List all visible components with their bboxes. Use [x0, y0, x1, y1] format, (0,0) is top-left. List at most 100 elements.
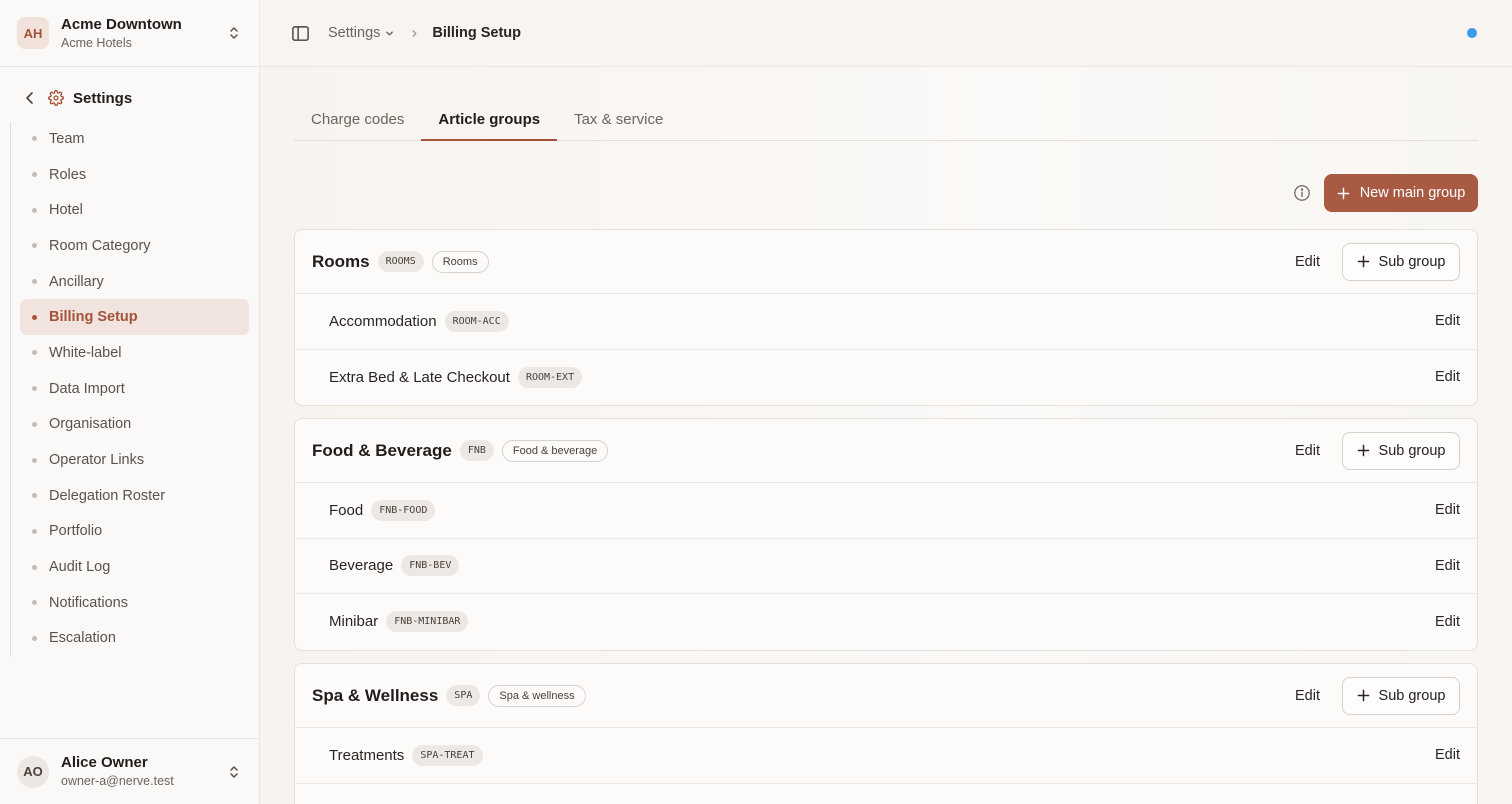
user-avatar: AO [17, 755, 49, 788]
sidebar-item-label: Notifications [49, 594, 128, 611]
sub-group-name: Minibar [329, 613, 379, 631]
sidebar-item-label: Ancillary [49, 273, 104, 290]
chevron-down-icon [386, 30, 394, 36]
edit-sub-group-button[interactable]: Edit [1435, 369, 1460, 385]
sidebar-item-hotel[interactable]: Hotel [20, 192, 249, 228]
sub-group-code-badge: SPA-TREAT [412, 744, 483, 766]
sidebar-item-label: Delegation Roster [49, 487, 166, 504]
plus-icon [1357, 255, 1369, 268]
sidebar-item-roles[interactable]: Roles [20, 157, 249, 193]
sub-group-row: Minibar FNB-MINIBAR Edit [295, 594, 1477, 650]
user-email: owner-a@nerve.test [61, 774, 174, 788]
sidebar-item-label: Team [49, 130, 85, 147]
group-category-chip: Rooms [431, 250, 489, 273]
nav-bullet [32, 528, 37, 534]
info-icon[interactable] [1293, 184, 1311, 202]
new-main-group-button[interactable]: New main group [1324, 174, 1478, 212]
sidebar-item-white-label[interactable]: White-label [20, 335, 249, 371]
sidebar-item-label: Hotel [49, 202, 83, 219]
org-switcher[interactable]: AH Acme Downtown Acme Hotels [0, 0, 259, 67]
user-menu[interactable]: AO Alice Owner owner-a@nerve.test [0, 738, 259, 804]
edit-sub-group-button[interactable]: Edit [1435, 747, 1460, 763]
sidebar-item-notifications[interactable]: Notifications [20, 585, 249, 621]
sidebar-item-portfolio[interactable]: Portfolio [20, 514, 249, 550]
sidebar-item-billing-setup[interactable]: Billing Setup [20, 299, 249, 336]
sub-group-code-badge: FNB-BEV [401, 555, 460, 577]
edit-group-button[interactable]: Edit [1295, 443, 1320, 459]
add-sub-group-button[interactable]: Sub group [1342, 242, 1460, 281]
edit-sub-group-button[interactable]: Edit [1435, 558, 1460, 574]
nav-bullet [32, 600, 37, 606]
sidebar-toggle-icon[interactable] [291, 24, 310, 43]
group-title: Rooms [312, 251, 370, 271]
sub-group-row: Accommodation ROOM-ACC Edit [295, 294, 1477, 350]
chevron-left-icon[interactable] [22, 90, 38, 106]
sidebar-item-operator-links[interactable]: Operator Links [20, 442, 249, 478]
sidebar-item-room-category[interactable]: Room Category [20, 228, 249, 264]
edit-group-button[interactable]: Edit [1295, 254, 1320, 270]
edit-sub-group-button[interactable]: Edit [1435, 614, 1460, 630]
plus-icon [1357, 689, 1369, 702]
sub-group-name: Treatments [329, 746, 405, 764]
group-code-badge: SPA [446, 685, 481, 706]
sidebar-item-label: Operator Links [49, 452, 145, 469]
sub-group-code-badge: ROOM-ACC [444, 310, 509, 332]
nav-bullet [32, 350, 37, 356]
sidebar-item-label: Roles [49, 166, 87, 183]
tab-article-groups[interactable]: Article groups [421, 98, 557, 141]
nav-bullet [32, 243, 37, 249]
sidebar-item-label: Portfolio [49, 523, 103, 540]
sidebar-item-escalation[interactable]: Escalation [20, 621, 249, 657]
nav-bullet [32, 386, 37, 392]
sub-group-code-badge: FNB-FOOD [371, 499, 436, 521]
tab-tax-service[interactable]: Tax & service [557, 98, 680, 140]
sidebar-item-ancillary[interactable]: Ancillary [20, 264, 249, 300]
sub-group-name: Beverage [329, 557, 394, 575]
sidebar-item-delegation-roster[interactable]: Delegation Roster [20, 478, 249, 514]
sub-group-name: Accommodation [329, 312, 437, 330]
sidebar-item-label: Data Import [49, 380, 125, 397]
sub-group-code-badge: FNB-MINIBAR [386, 611, 469, 633]
chevron-right-icon [412, 29, 417, 37]
sub-group-label: Sub group [1378, 253, 1446, 270]
edit-sub-group-button[interactable]: Edit [1435, 502, 1460, 518]
new-main-group-label: New main group [1359, 185, 1466, 201]
breadcrumb-settings-label: Settings [328, 25, 381, 41]
edit-group-button[interactable]: Edit [1295, 688, 1320, 704]
main-content: Charge codes Article groups Tax & service … [260, 67, 1512, 804]
breadcrumb-settings[interactable]: Settings [328, 25, 395, 41]
user-name: Alice Owner [61, 754, 148, 771]
sidebar-item-label: Audit Log [49, 559, 111, 576]
nav-bullet [32, 457, 37, 463]
nav-bullet [32, 207, 37, 213]
sidebar-item-audit-log[interactable]: Audit Log [20, 549, 249, 585]
add-sub-group-button[interactable]: Sub group [1342, 676, 1460, 715]
chevrons-up-down-icon [230, 27, 238, 39]
nav-bullet [32, 172, 37, 178]
user-text: Alice Owner owner-a@nerve.test [61, 754, 226, 789]
status-dot [1467, 28, 1477, 38]
sidebar-item-team[interactable]: Team [20, 121, 249, 157]
sidebar-item-data-import[interactable]: Data Import [20, 371, 249, 407]
edit-sub-group-button[interactable]: Edit [1435, 313, 1460, 329]
nav-bullet [32, 421, 37, 427]
sidebar-item-label: Room Category [49, 237, 151, 254]
sub-group-name: Food [329, 501, 364, 519]
group-category-chip: Food & beverage [501, 439, 609, 462]
settings-header: Settings [22, 88, 132, 108]
sub-group-row [295, 784, 1477, 804]
sidebar-item-organisation[interactable]: Organisation [20, 407, 249, 443]
plus-icon [1337, 187, 1350, 199]
gear-icon [48, 90, 64, 106]
tab-charge-codes[interactable]: Charge codes [294, 98, 421, 140]
sub-group-label: Sub group [1378, 687, 1446, 704]
nav-guide-line [10, 122, 11, 657]
group-title: Food & Beverage [312, 440, 452, 460]
group-category-chip: Spa & wellness [488, 684, 586, 707]
sidebar-item-label: Escalation [49, 630, 116, 647]
add-sub-group-button[interactable]: Sub group [1342, 431, 1460, 470]
group-header: Food & Beverage FNB Food & beverage Edit Sub… [295, 419, 1477, 483]
sub-group-label: Sub group [1378, 442, 1446, 459]
article-group: Spa & Wellness SPA Spa & wellness Edit Sub g… [294, 663, 1478, 804]
sub-group-row: Food FNB-FOOD Edit [295, 483, 1477, 539]
